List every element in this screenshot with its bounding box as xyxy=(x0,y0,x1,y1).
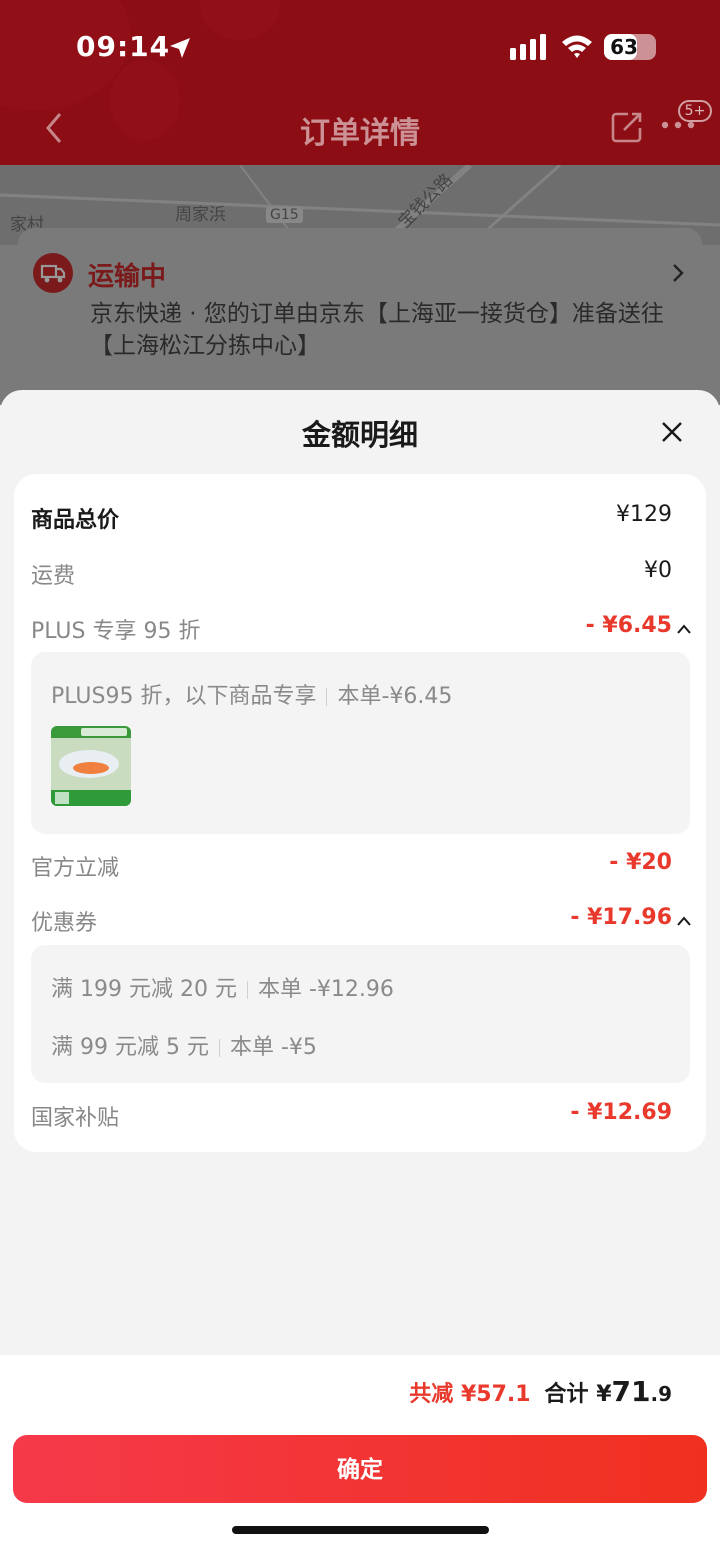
subsidy-label: 国家补贴 xyxy=(31,1106,120,1131)
plus-discount-detail: PLUS95 折，以下商品专享 本单-¥6.45 xyxy=(31,652,690,834)
coupon-item: 满 99 元减 5 元本单 -¥5 xyxy=(51,1029,317,1061)
shipping-status: 运输中 xyxy=(88,262,167,292)
plus-detail-amount: 本单-¥6.45 xyxy=(337,684,453,709)
coupon-label: 优惠券 xyxy=(31,911,98,936)
coupon-value: - ¥17.96 xyxy=(570,905,672,930)
footer-bar: 共减 ¥57.1 合计 ¥71.9 确定 xyxy=(0,1355,720,1560)
home-indicator[interactable] xyxy=(232,1526,489,1534)
product-image xyxy=(51,726,131,806)
total-saved: 共减 ¥57.1 xyxy=(409,1382,531,1407)
divider xyxy=(246,981,248,999)
chevron-up-icon[interactable] xyxy=(676,915,692,927)
amount-detail-sheet: 金额明细 商品总价 ¥129 运费 ¥0 PLUS 专享 95 折 - ¥6.4… xyxy=(0,390,720,1560)
plus-discount-label: PLUS 专享 95 折 xyxy=(31,619,201,644)
divider xyxy=(218,1039,220,1057)
total-amount-decimal: .9 xyxy=(650,1382,672,1406)
total-price-value: ¥129 xyxy=(616,502,672,527)
coupon-item-text: 满 199 元减 20 元 xyxy=(51,977,237,1002)
plus-discount-value: - ¥6.45 xyxy=(585,613,672,638)
coupon-item-amount: 本单 -¥12.96 xyxy=(257,977,394,1002)
sheet-title: 金额明细 xyxy=(301,418,418,452)
coupon-item: 满 199 元减 20 元本单 -¥12.96 xyxy=(51,971,394,1003)
summary-row: 共减 ¥57.1 合计 ¥71.9 xyxy=(409,1375,672,1408)
product-thumbnail[interactable] xyxy=(51,726,131,806)
divider xyxy=(326,688,328,706)
total-label: 合计 ¥ xyxy=(544,1382,612,1407)
map-label: 周家浜 xyxy=(175,205,226,225)
freight-label: 运费 xyxy=(31,564,76,589)
battery-percent: 63 xyxy=(610,35,638,59)
freight-value: ¥0 xyxy=(644,558,672,583)
subsidy-value: - ¥12.69 xyxy=(570,1100,672,1125)
cellular-signal-icon xyxy=(510,34,546,60)
coupon-item-text: 满 99 元减 5 元 xyxy=(51,1035,209,1060)
total-price-row: 商品总价 ¥129 xyxy=(14,498,706,538)
shipping-description: 京东快递 · 您的订单由京东【上海亚一接货仓】准备送往【上海松江分拣中心】 xyxy=(90,301,664,359)
plus-detail-text: PLUS95 折，以下商品专享 xyxy=(51,684,317,709)
confirm-button[interactable]: 确定 xyxy=(13,1435,707,1503)
coupon-detail: 满 199 元减 20 元本单 -¥12.96 满 99 元减 5 元本单 -¥… xyxy=(31,945,690,1083)
official-discount-label: 官方立减 xyxy=(31,856,120,881)
chevron-up-icon[interactable] xyxy=(676,623,692,635)
total-amount-int: 71 xyxy=(611,1375,651,1408)
navigation-bar: 订单详情 5+ xyxy=(0,96,720,166)
coupon-row[interactable]: 优惠券 - ¥17.96 xyxy=(14,901,706,941)
total-price-label: 商品总价 xyxy=(31,508,120,533)
status-bar: 09:14 63 xyxy=(0,0,720,96)
freight-row: 运费 ¥0 xyxy=(14,554,706,594)
amount-card: 商品总价 ¥129 运费 ¥0 PLUS 专享 95 折 - ¥6.45 PLU… xyxy=(14,474,706,1152)
share-icon[interactable] xyxy=(610,110,644,144)
message-badge: 5+ xyxy=(678,100,712,122)
official-discount-value: - ¥20 xyxy=(609,850,672,875)
plus-discount-row[interactable]: PLUS 专享 95 折 - ¥6.45 xyxy=(14,609,706,649)
wifi-icon xyxy=(562,35,592,58)
map-label: G15 xyxy=(266,207,303,223)
chevron-right-icon[interactable] xyxy=(670,262,686,284)
coupon-item-amount: 本单 -¥5 xyxy=(229,1035,317,1060)
close-icon[interactable] xyxy=(660,420,684,444)
truck-icon xyxy=(33,253,73,293)
plus-detail-line: PLUS95 折，以下商品专享 本单-¥6.45 xyxy=(51,678,452,710)
official-discount-row: 官方立减 - ¥20 xyxy=(14,846,706,886)
subsidy-row: 国家补贴 - ¥12.69 xyxy=(14,1096,706,1136)
status-time: 09:14 xyxy=(76,30,171,63)
battery-icon: 63 xyxy=(604,34,656,60)
location-arrow-icon xyxy=(170,38,190,58)
